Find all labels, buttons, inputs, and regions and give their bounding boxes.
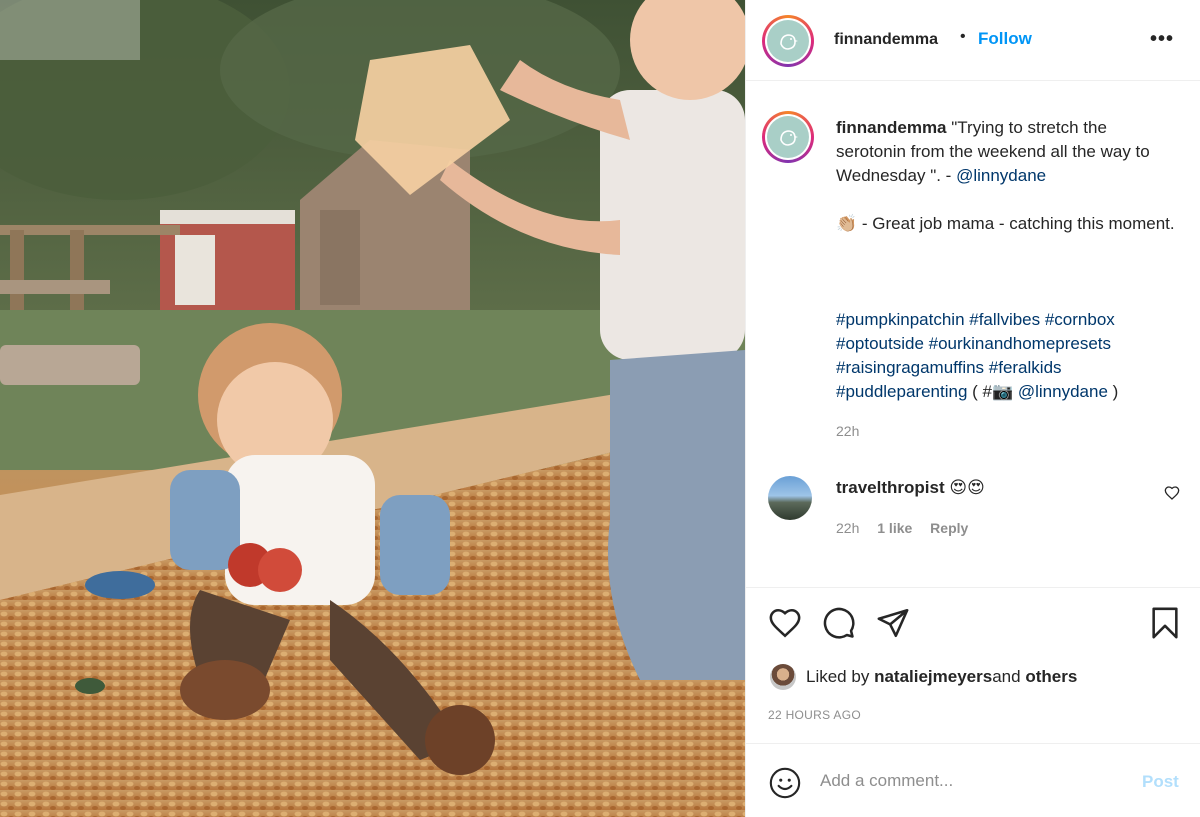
post-timestamp[interactable]: 22 HOURS AGO [768, 708, 861, 722]
liked-by-prefix: Liked by [806, 667, 870, 686]
credit-prefix: ( # [967, 382, 992, 401]
post-side-panel: finnandemma • Follow ••• finnandemma "Tr… [745, 0, 1200, 817]
add-comment-bar: Post [746, 743, 1200, 817]
post-photo[interactable] [0, 0, 745, 817]
more-options-icon[interactable]: ••• [1150, 28, 1174, 51]
comment-timestamp[interactable]: 22h [836, 520, 859, 536]
credit-suffix: ) [1107, 382, 1119, 401]
follow-button[interactable]: Follow [978, 29, 1032, 49]
credit-mention-link[interactable]: @linnydane [1013, 382, 1108, 401]
comment-body: 😍😍 [944, 478, 985, 497]
liked-by-row: Liked by nataliejmeyers and others [770, 664, 1077, 690]
commenter-avatar[interactable] [768, 476, 812, 520]
liker-avatar[interactable] [770, 664, 796, 690]
comment-username[interactable]: travelthropist [836, 478, 945, 497]
clapping-emoji: 👏🏼 [836, 214, 858, 233]
caption-avatar[interactable] [762, 111, 814, 163]
like-heart-icon[interactable] [768, 606, 802, 640]
comment-meta: 22h 1 like Reply [836, 520, 982, 536]
caption-username[interactable]: finnandemma [836, 118, 947, 137]
caption-mention-link[interactable]: @linnydane [956, 166, 1046, 185]
post-actions: Liked by nataliejmeyers and others 22 HO… [746, 587, 1200, 742]
bird-logo-icon [780, 130, 798, 146]
share-plane-icon[interactable] [876, 606, 910, 640]
post-header: finnandemma • Follow ••• [746, 0, 1200, 81]
caption-timestamp[interactable]: 22h [836, 423, 859, 439]
liker-username[interactable]: nataliejmeyers [874, 667, 992, 687]
save-bookmark-icon[interactable] [1148, 606, 1182, 640]
caption-line-2: 👏🏼 - Great job mama - catching this mome… [836, 212, 1176, 236]
comment-reply-button[interactable]: Reply [930, 520, 968, 536]
caption-text: finnandemma "Trying to stretch the serot… [836, 116, 1176, 188]
comment-text: travelthropist 😍😍 [836, 478, 985, 498]
comments-section: finnandemma "Trying to stretch the serot… [746, 81, 1200, 586]
camera-emoji: 📷 [991, 382, 1014, 401]
comment-bubble-icon[interactable] [822, 606, 856, 640]
add-comment-input[interactable] [820, 766, 1120, 796]
post-comment-button[interactable]: Post [1142, 772, 1179, 792]
comment-like-count[interactable]: 1 like [877, 520, 912, 536]
separator-dot: • [960, 28, 966, 45]
liked-by-and: and [992, 667, 1021, 686]
caption-hashtags: #pumpkinpatchin #fallvibes #cornbox #opt… [836, 308, 1176, 404]
profile-avatar[interactable] [762, 15, 814, 67]
likers-others-link[interactable]: others [1025, 667, 1077, 687]
header-username[interactable]: finnandemma [834, 31, 938, 49]
bird-logo-icon [780, 34, 798, 50]
emoji-smiley-icon[interactable] [768, 766, 802, 800]
comment-like-heart-icon[interactable] [1164, 485, 1180, 501]
caption-line-2-text: - Great job mama - catching this moment. [857, 214, 1175, 233]
photo-illustration [0, 0, 745, 817]
